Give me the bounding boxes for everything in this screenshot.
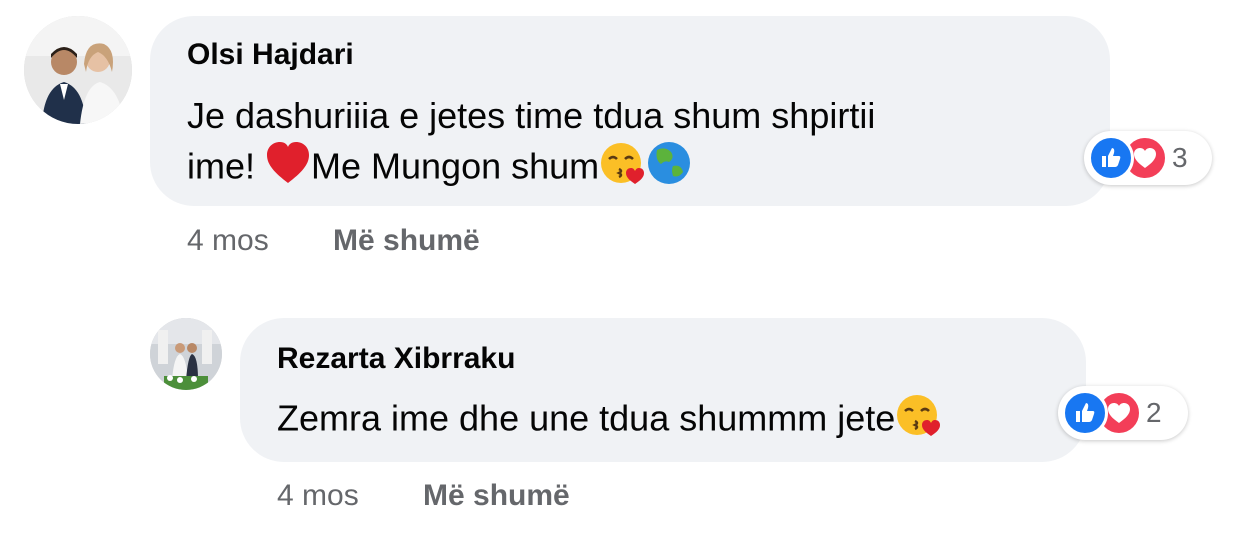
- avatar[interactable]: [24, 16, 132, 124]
- reaction-summary[interactable]: 3: [1084, 131, 1212, 185]
- profile-photo-icon: [24, 16, 132, 124]
- comment-text: Zemra ime dhe une tdua shummm jete: [277, 392, 941, 450]
- comment-timestamp[interactable]: 4 mos: [277, 479, 359, 513]
- comment-text-line: Je dashuriiia e jetes time tdua shum shp…: [187, 95, 876, 136]
- comment-text-segment: ime!: [187, 145, 266, 187]
- profile-photo-icon: [150, 318, 222, 390]
- kissing-face-with-heart-icon: [895, 392, 941, 450]
- kissing-face-with-heart-icon: [599, 140, 645, 198]
- reaction-count: 2: [1146, 397, 1162, 428]
- like-reaction-icon: [1062, 390, 1108, 436]
- comment-bubble: Rezarta Xibrraku Zemra ime dhe une tdua …: [240, 318, 1086, 462]
- comment-text-segment: Me Mungon shum: [311, 145, 600, 187]
- comment-author[interactable]: Rezarta Xibrraku: [277, 342, 515, 376]
- comment-timestamp[interactable]: 4 mos: [187, 224, 269, 258]
- comment-text-line: ime! Me Mungon shum: [187, 140, 875, 198]
- comment-thread: Olsi Hajdari Je dashuriiia e jetes time …: [0, 0, 1242, 554]
- reaction-count: 3: [1172, 142, 1188, 173]
- more-button[interactable]: Më shumë: [333, 224, 480, 258]
- avatar[interactable]: [150, 318, 222, 390]
- comment-bubble: Olsi Hajdari Je dashuriiia e jetes time …: [150, 16, 1110, 206]
- like-reaction-icon: [1088, 135, 1134, 181]
- more-button[interactable]: Më shumë: [423, 479, 570, 513]
- globe-asia-australia-icon: [645, 140, 693, 198]
- comment-text: Je dashuriiia e jetes time tdua shum shp…: [187, 92, 875, 198]
- comment-author[interactable]: Olsi Hajdari: [187, 38, 354, 72]
- comment-text-line: Zemra ime dhe une tdua shummm jete: [277, 397, 896, 439]
- red-heart-icon: [265, 141, 311, 197]
- reaction-summary[interactable]: 2: [1058, 386, 1188, 440]
